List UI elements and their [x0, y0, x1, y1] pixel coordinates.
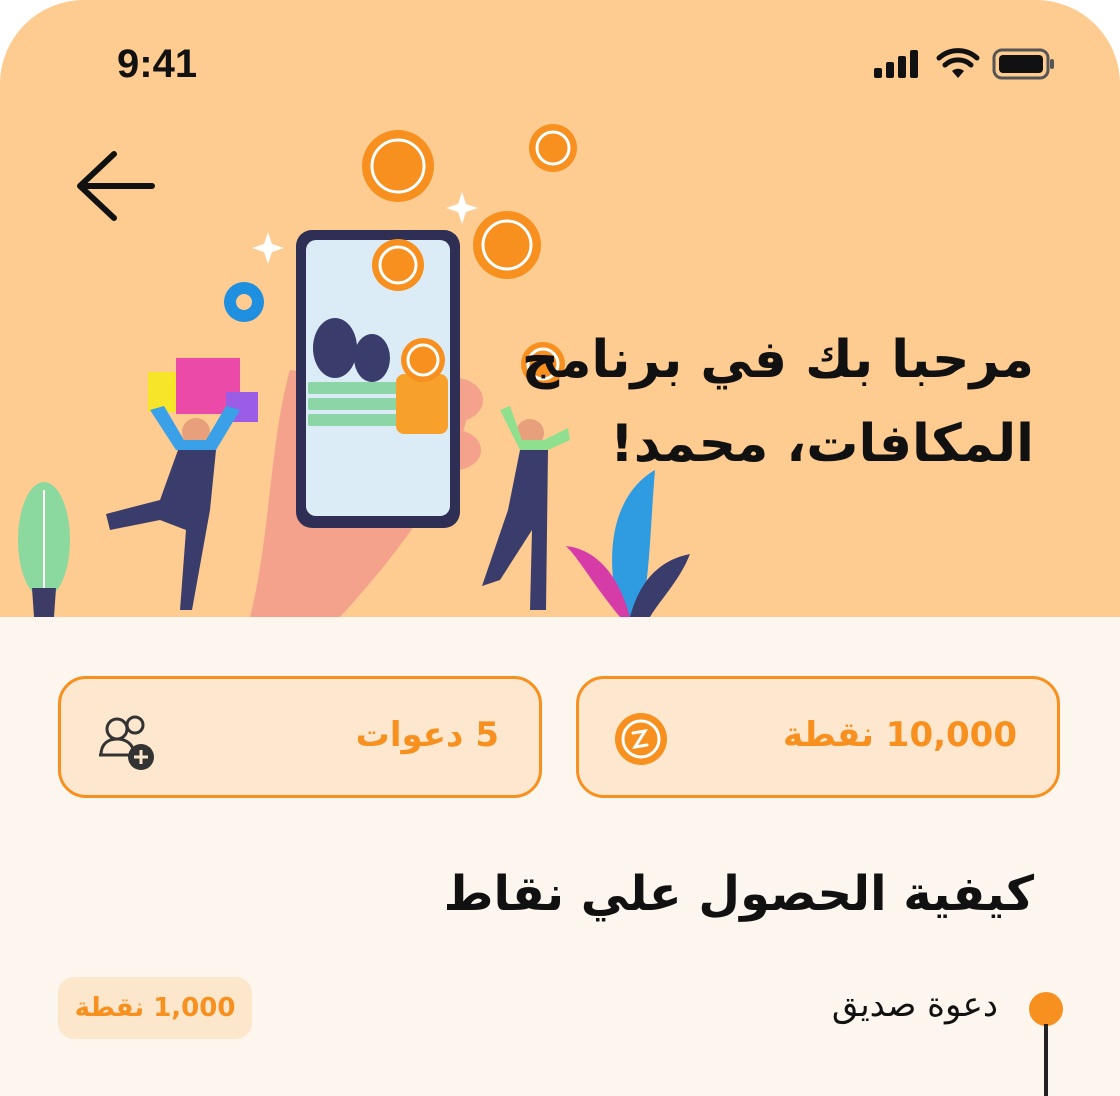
- step-points-badge: 1,000 نقطة: [58, 977, 252, 1039]
- how-to-earn-title: كيفية الحصول علي نقاط: [443, 866, 1034, 922]
- points-balance-label: 10,000 نقطة: [782, 715, 1017, 755]
- step-timeline-line: [1044, 1024, 1048, 1096]
- wifi-icon: [936, 48, 980, 78]
- invites-count-card[interactable]: 5 دعوات: [58, 676, 542, 798]
- gear-illustration: [224, 282, 264, 322]
- plant-right-illustration: [566, 470, 690, 617]
- person-left-illustration: [106, 406, 240, 610]
- signal-icon: [874, 50, 918, 78]
- coin-icon: [613, 711, 669, 771]
- step-dot: [1029, 992, 1063, 1026]
- status-icons: [874, 48, 1056, 80]
- invites-count-label: 5 دعوات: [355, 715, 499, 755]
- battery-icon: [992, 48, 1054, 80]
- plant-left-illustration: [18, 482, 70, 617]
- status-time: 9:41: [117, 42, 198, 86]
- step-invite-friend-label[interactable]: دعوة صديق: [832, 985, 998, 1025]
- welcome-heading: مرحبا بك في برنامج المكافات، محمد!: [521, 330, 1034, 474]
- hero-banner: 9:41 مرحبا بك في برنامج المكافات، محمد!: [0, 0, 1120, 617]
- rewards-screen: 9:41 مرحبا بك في برنامج المكافات، محمد! …: [0, 0, 1120, 1096]
- invite-user-icon: [95, 711, 159, 779]
- points-balance-card[interactable]: 10,000 نقطة: [576, 676, 1060, 798]
